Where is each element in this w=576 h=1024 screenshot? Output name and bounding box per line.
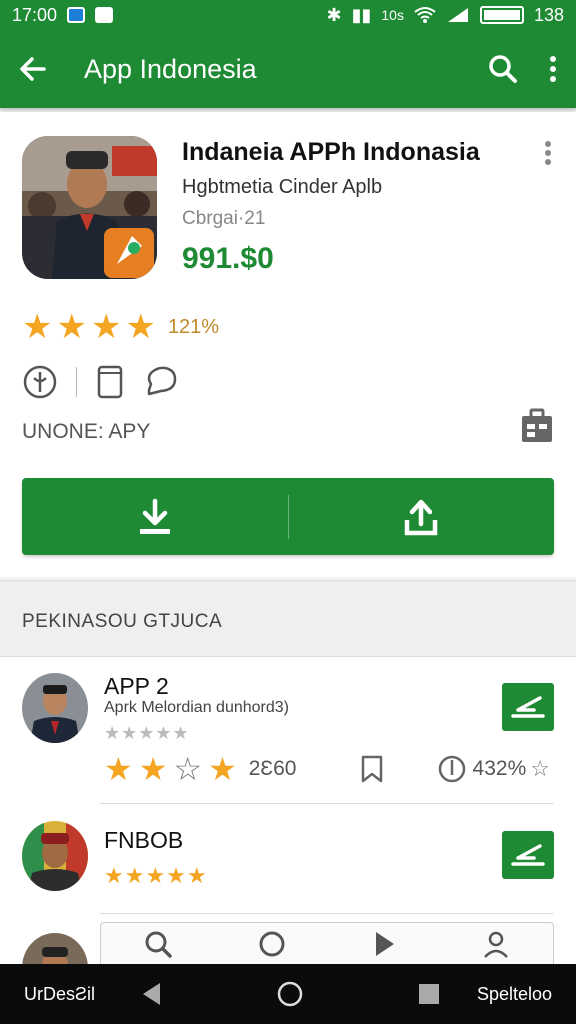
- avatar: [22, 933, 88, 964]
- search-icon[interactable]: [143, 929, 173, 959]
- system-nav-bar: UrDesƧil Spelteloo: [0, 964, 576, 1024]
- star-icon[interactable]: ★: [104, 753, 133, 785]
- circle-icon[interactable]: [257, 929, 287, 959]
- nav-left-text[interactable]: UrDesƧil: [24, 984, 95, 1005]
- rating-count: 2Ɛ60: [248, 757, 297, 780]
- star-icon: ★: [125, 308, 156, 346]
- back-arrow-icon[interactable]: [18, 54, 48, 84]
- divider: [100, 803, 554, 804]
- search-icon[interactable]: [488, 54, 518, 84]
- star-icon[interactable]: ★: [208, 753, 237, 785]
- list-item-subtitle: Aprk Melordian dunhord3): [104, 699, 289, 716]
- list-item-title: APP 2: [104, 673, 169, 699]
- avatar: [22, 673, 88, 743]
- install-button[interactable]: [502, 831, 554, 879]
- app-meta: UNONE: APY: [22, 420, 151, 443]
- divider: [100, 913, 554, 914]
- play-icon[interactable]: [371, 929, 397, 959]
- avatar: [22, 821, 88, 891]
- bottom-toolbar: [100, 922, 554, 964]
- more-vert-icon[interactable]: [544, 140, 552, 166]
- signal-text: 10s: [381, 7, 404, 23]
- bluetooth-icon: ✱: [326, 4, 342, 25]
- rating-percent: 121%: [167, 315, 220, 338]
- signal-icon: [447, 8, 468, 22]
- star-icon: ★: [56, 308, 87, 346]
- back-nav-icon[interactable]: [140, 981, 162, 1007]
- related-apps-list: APP 2 Aprk Melordian dunhord3) ★★★★★ ★ ★…: [0, 657, 576, 964]
- info-icons: [22, 364, 179, 400]
- more-vert-icon[interactable]: [548, 54, 558, 84]
- recents-nav-icon[interactable]: [418, 983, 440, 1005]
- app-category: Cbrgai·21: [182, 208, 266, 229]
- star-icon: ★: [90, 308, 122, 346]
- app-subtitle[interactable]: Hgbtmetia Cinder Aplb: [182, 176, 382, 199]
- person-icon[interactable]: [481, 929, 511, 959]
- install-icon: [511, 696, 545, 718]
- wifi-icon: [414, 7, 436, 23]
- status-time: 17:00: [12, 4, 58, 25]
- device-icon[interactable]: [95, 364, 125, 400]
- list-item[interactable]: APP 2 Aprk Melordian dunhord3) ★★★★★ ★ ★…: [0, 657, 576, 805]
- list-item-title: FNBOB: [104, 827, 184, 853]
- shield-icon[interactable]: [22, 364, 58, 400]
- briefcase-icon[interactable]: [520, 408, 554, 444]
- star-outline-icon[interactable]: ☆: [530, 758, 550, 780]
- upload-icon: [405, 499, 438, 535]
- rating-percent: 432%: [472, 757, 527, 780]
- shield-icon[interactable]: [437, 753, 467, 785]
- star-icon: ★: [22, 308, 53, 346]
- star-icon[interactable]: ★: [139, 753, 168, 785]
- rating-row: ★ ★ ☆ ★ 2Ɛ60 432% ☆: [104, 753, 556, 785]
- vibrate-icon: ▮▮: [351, 4, 372, 25]
- battery-text: 138: [533, 4, 564, 25]
- section-header: PEKINASOU GTJUCA: [0, 580, 576, 657]
- bookmark-icon[interactable]: [359, 754, 385, 784]
- app-rating: ★ ★ ★ ★ 121%: [22, 310, 219, 344]
- app-bar: App Indonesia: [0, 30, 576, 108]
- star-outline-icon[interactable]: ☆: [173, 753, 202, 785]
- home-nav-icon[interactable]: [276, 980, 304, 1008]
- battery-icon: [479, 6, 524, 24]
- photo-icon: [95, 7, 114, 23]
- install-icon: [511, 844, 545, 866]
- download-icon: [139, 498, 170, 534]
- message-icon: [67, 7, 86, 23]
- app-price: 991.$0: [182, 242, 274, 275]
- action-button-bar: [22, 478, 554, 555]
- nav-right-text[interactable]: Spelteloo: [477, 984, 552, 1005]
- install-button[interactable]: [502, 683, 554, 731]
- divider: [76, 367, 77, 397]
- chat-icon[interactable]: [143, 364, 179, 400]
- list-item[interactable]: FNBOB ★★★★★: [0, 805, 576, 915]
- app-bar-title: App Indonesia: [84, 53, 257, 84]
- app-title: Indaneia APPh Indonasia: [182, 138, 480, 166]
- share-button[interactable]: [289, 478, 555, 555]
- section-title: PEKINASOU GTJUCA: [22, 611, 223, 632]
- app-details-card: Indaneia APPh Indonasia Hgbtmetia Cinder…: [0, 112, 576, 577]
- status-bar: 17:00 ✱ ▮▮ 10s 138: [0, 0, 576, 30]
- mini-rating: ★★★★★: [104, 723, 190, 743]
- app-icon[interactable]: [22, 136, 157, 279]
- mini-rating: ★★★★★: [104, 863, 208, 888]
- download-button[interactable]: [22, 478, 288, 555]
